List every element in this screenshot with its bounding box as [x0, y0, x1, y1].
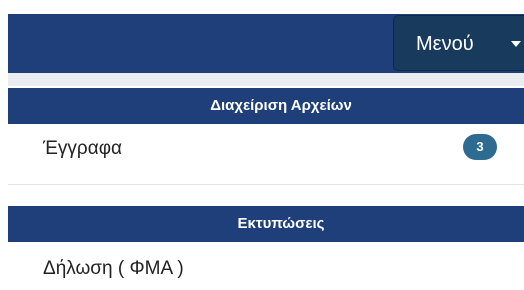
- declaration-label: Δήλωση ( ΦΜΑ ): [43, 258, 184, 279]
- navbar-bottom-strip: [8, 73, 524, 86]
- list-item-declaration[interactable]: Δήλωση ( ΦΜΑ ): [8, 246, 524, 290]
- menu-button-label: Μενού: [416, 33, 474, 55]
- documents-label: Έγγραφα: [43, 138, 122, 159]
- section-header-file-management: Διαχείριση Αρχείων: [8, 88, 524, 124]
- section-header-prints: Εκτυπώσεις: [8, 206, 524, 242]
- menu-toggle-button[interactable]: Μενού: [393, 15, 524, 71]
- caret-down-icon: [511, 41, 521, 47]
- section-divider: [8, 184, 524, 185]
- list-item-documents[interactable]: Έγγραφα 3: [8, 126, 524, 170]
- documents-count-badge: 3: [463, 134, 497, 160]
